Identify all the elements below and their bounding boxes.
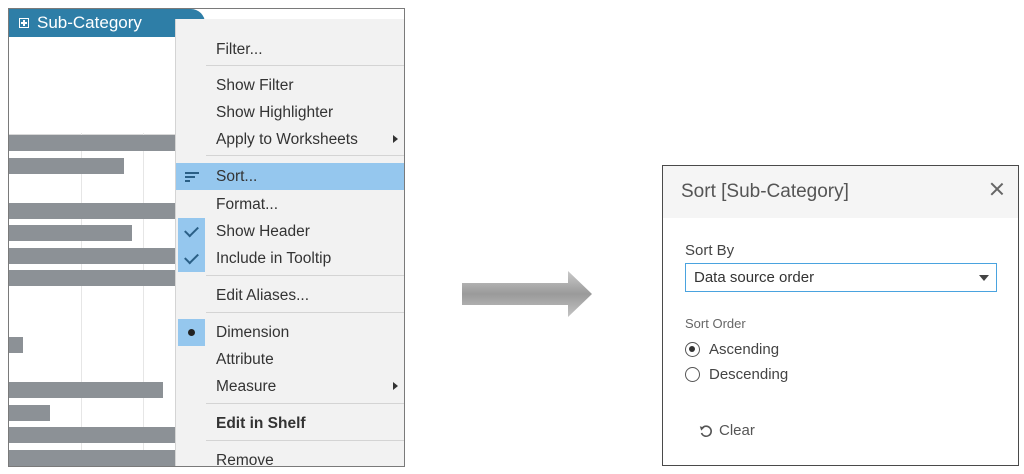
menu-item-label: Show Filter bbox=[216, 76, 294, 94]
gridline bbox=[81, 133, 82, 466]
bar[interactable] bbox=[9, 450, 179, 466]
radio-descending[interactable]: Descending bbox=[685, 364, 788, 384]
sort-by-label: Sort By bbox=[685, 242, 735, 259]
menu-item-apply-to-worksheets[interactable]: Apply to Worksheets bbox=[176, 126, 404, 153]
menu-item-edit-aliases[interactable]: Edit Aliases... bbox=[176, 282, 404, 309]
bar[interactable] bbox=[9, 427, 179, 443]
menu-item-label: Measure bbox=[216, 377, 277, 395]
menu-item-label: Attribute bbox=[216, 350, 274, 368]
menu-item-label: Sort... bbox=[216, 167, 258, 185]
right-arrow-icon bbox=[462, 271, 592, 317]
menu-item-measure[interactable]: Measure bbox=[176, 373, 404, 400]
submenu-arrow-icon bbox=[393, 135, 398, 143]
expand-icon[interactable] bbox=[19, 18, 29, 28]
clear-button[interactable]: Clear bbox=[699, 422, 755, 439]
bar[interactable] bbox=[9, 248, 179, 264]
menu-item-label: Show Header bbox=[216, 222, 310, 240]
menu-item-sort[interactable]: Sort... bbox=[176, 163, 404, 190]
radio-button[interactable] bbox=[685, 341, 700, 357]
header-area bbox=[9, 39, 179, 135]
bar[interactable] bbox=[9, 382, 163, 398]
menu-separator bbox=[206, 440, 404, 441]
bar[interactable] bbox=[9, 158, 124, 174]
menu-separator bbox=[206, 155, 404, 156]
bar-area bbox=[9, 133, 179, 466]
sort-dialog: Sort [Sub-Category] Sort By Data source … bbox=[662, 165, 1019, 466]
menu-separator bbox=[206, 312, 404, 313]
menu-item-label: Apply to Worksheets bbox=[216, 130, 358, 148]
menu-item-show-filter[interactable]: Show Filter bbox=[176, 72, 404, 99]
menu-item-dimension[interactable]: Dimension bbox=[176, 319, 404, 346]
radio-ascending[interactable]: Ascending bbox=[685, 339, 779, 359]
bar[interactable] bbox=[9, 135, 179, 151]
menu-separator bbox=[206, 403, 404, 404]
menu-item-label: Edit Aliases... bbox=[216, 286, 310, 304]
undo-icon bbox=[699, 424, 712, 437]
bar[interactable] bbox=[9, 337, 23, 353]
bar[interactable] bbox=[9, 270, 179, 286]
menu-item-format[interactable]: Format... bbox=[176, 191, 404, 218]
menu-item-include-in-tooltip[interactable]: Include in Tooltip bbox=[176, 245, 404, 272]
check-icon bbox=[178, 218, 205, 245]
sort-icon bbox=[178, 163, 205, 190]
submenu-arrow-icon bbox=[393, 382, 398, 390]
close-icon[interactable] bbox=[988, 180, 1006, 198]
menu-item-label: Include in Tooltip bbox=[216, 249, 332, 267]
menu-item-filter[interactable]: Filter... bbox=[176, 36, 404, 63]
menu-item-remove[interactable]: Remove bbox=[176, 447, 404, 467]
sort-by-value: Data source order bbox=[694, 269, 815, 286]
radio-label: Descending bbox=[709, 365, 789, 383]
radio-dot-icon bbox=[178, 319, 205, 346]
menu-item-label: Filter... bbox=[216, 40, 263, 58]
context-menu: Filter... Show Filter Show Highlighter A… bbox=[175, 19, 404, 467]
clear-label: Clear bbox=[719, 422, 755, 439]
bar[interactable] bbox=[9, 225, 132, 241]
menu-item-show-header[interactable]: Show Header bbox=[176, 218, 404, 245]
sort-order-label: Sort Order bbox=[685, 316, 746, 331]
dialog-title: Sort [Sub-Category] bbox=[681, 181, 849, 202]
pill-label: Sub-Category bbox=[37, 13, 142, 32]
menu-item-label: Dimension bbox=[216, 323, 290, 341]
bar[interactable] bbox=[9, 405, 50, 421]
dialog-header: Sort [Sub-Category] bbox=[663, 166, 1018, 218]
menu-item-attribute[interactable]: Attribute bbox=[176, 346, 404, 373]
chevron-down-icon[interactable] bbox=[979, 275, 989, 281]
radio-label: Ascending bbox=[709, 340, 780, 358]
menu-separator bbox=[206, 275, 404, 276]
gridline bbox=[143, 133, 144, 466]
menu-separator bbox=[206, 65, 404, 66]
menu-item-label: Show Highlighter bbox=[216, 103, 334, 121]
bar[interactable] bbox=[9, 203, 179, 219]
menu-item-label: Format... bbox=[216, 195, 279, 213]
check-icon bbox=[178, 245, 205, 272]
menu-item-edit-in-shelf[interactable]: Edit in Shelf bbox=[176, 410, 404, 437]
sort-by-select[interactable]: Data source order bbox=[685, 263, 997, 292]
menu-item-label: Edit in Shelf bbox=[216, 414, 306, 432]
menu-item-show-highlighter[interactable]: Show Highlighter bbox=[176, 99, 404, 126]
worksheet-panel: Sub-Category Filter... Show Filter Show … bbox=[8, 8, 405, 467]
menu-item-label: Remove bbox=[216, 451, 274, 467]
radio-button[interactable] bbox=[685, 366, 700, 382]
